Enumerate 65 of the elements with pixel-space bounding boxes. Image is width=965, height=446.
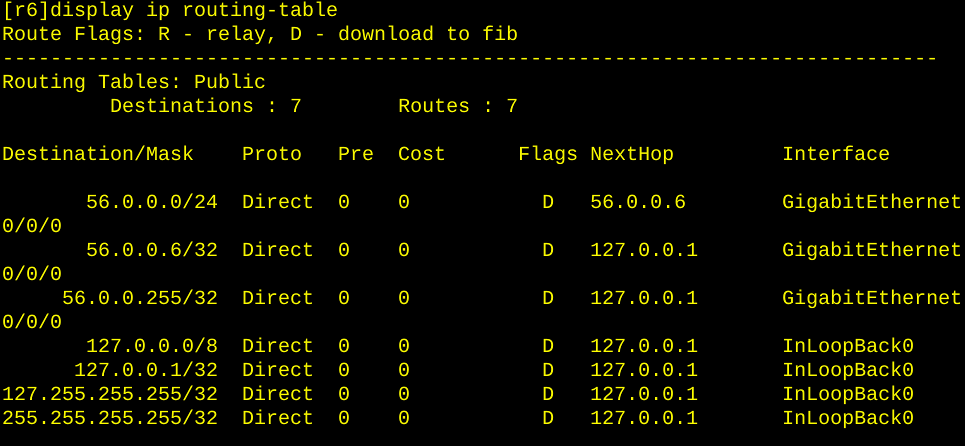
column-header: NextHop [590, 144, 676, 168]
table-cell-text: 127.0.0.1 [590, 288, 700, 312]
table-cell-text: 127.0.0.1 [590, 384, 700, 408]
column-header: Proto [242, 144, 304, 168]
table-cell-text: 56.0.0.6 [590, 192, 688, 216]
column-header: Cost [398, 144, 448, 168]
table-cell-text: 127.0.0.1 [590, 240, 700, 264]
table-cell-text: 0 [338, 240, 352, 264]
table-cell-text: 56.0.0.6/32 [85, 240, 218, 264]
table-cell-text: D [542, 192, 556, 216]
column-header: Destination/Mask [2, 144, 196, 168]
table-cell-text: D [542, 360, 556, 384]
table-cell-text: 0 [398, 384, 412, 408]
table-cell-text: 0 [338, 288, 352, 312]
table-cell-text: 0 [338, 384, 352, 408]
table-cell: 0/0/0 [2, 216, 62, 240]
table-cell-text: 0 [398, 288, 412, 312]
table-cell: InLoopBack0 [782, 408, 914, 432]
table-cell-text: Direct [242, 192, 316, 216]
table-title: Routing Tables: Public [2, 72, 266, 96]
table-cell-text: Direct [242, 336, 316, 360]
table-cell: 0/0/0 [2, 312, 62, 336]
table-cell: 127.255.255.255/32 [2, 384, 218, 408]
table-cell-text: 0 [398, 192, 412, 216]
table-cell-text: 0 [398, 336, 412, 360]
table-cell-text: 0 [398, 408, 412, 432]
table-cell-text: 56.0.0.0/24 [85, 192, 218, 216]
table-cell-text: 127.0.0.1 [590, 408, 700, 432]
table-cell-text: D [542, 408, 556, 432]
table-cell-text: 56.0.0.255/32 [61, 288, 218, 312]
table-cell: 255.255.255.255/32 [2, 408, 218, 432]
table-cell: GigabitEthernet [782, 240, 962, 264]
table-cell-text: Direct [242, 240, 316, 264]
table-cell-text: 0 [398, 240, 412, 264]
table-cell-text: 0 [338, 408, 352, 432]
separator-line: ------------------------------------------------------------------------------ [2, 48, 938, 72]
table-cell: InLoopBack0 [782, 384, 914, 408]
table-cell: GigabitEthernet [782, 192, 962, 216]
command-line: [r6]display ip routing-table [2, 0, 338, 24]
table-cell-text: D [542, 384, 556, 408]
routes-count: Routes : 7 [398, 96, 518, 120]
table-cell-text: 127.0.0.1 [590, 360, 700, 384]
table-cell-text: D [542, 240, 556, 264]
table-cell-text: 0 [338, 192, 352, 216]
table-cell-text: D [542, 336, 556, 360]
table-cell-text: 0 [338, 336, 352, 360]
table-cell-text: 127.0.0.1 [590, 336, 700, 360]
table-cell-text: Direct [242, 288, 316, 312]
column-header: Pre [338, 144, 376, 168]
column-header: Interface [782, 144, 890, 168]
table-cell-text: Direct [242, 408, 316, 432]
table-cell: InLoopBack0 [782, 336, 914, 360]
flags-legend: Route Flags: R - relay, D - download to fib [2, 24, 518, 48]
table-cell-text: 127.0.0.0/8 [85, 336, 218, 360]
column-header: Flags [518, 144, 580, 168]
table-cell-text: D [542, 288, 556, 312]
destinations-count: Destinations : 7 [110, 96, 302, 120]
table-cell: InLoopBack0 [782, 360, 914, 384]
table-cell-text: 0 [338, 360, 352, 384]
table-cell: 0/0/0 [2, 264, 62, 288]
table-cell-text: Direct [242, 360, 316, 384]
table-cell-text: 127.0.0.1/32 [73, 360, 218, 384]
table-cell-text: Direct [242, 384, 316, 408]
table-cell-text: 0 [398, 360, 412, 384]
table-cell: GigabitEthernet [782, 288, 962, 312]
